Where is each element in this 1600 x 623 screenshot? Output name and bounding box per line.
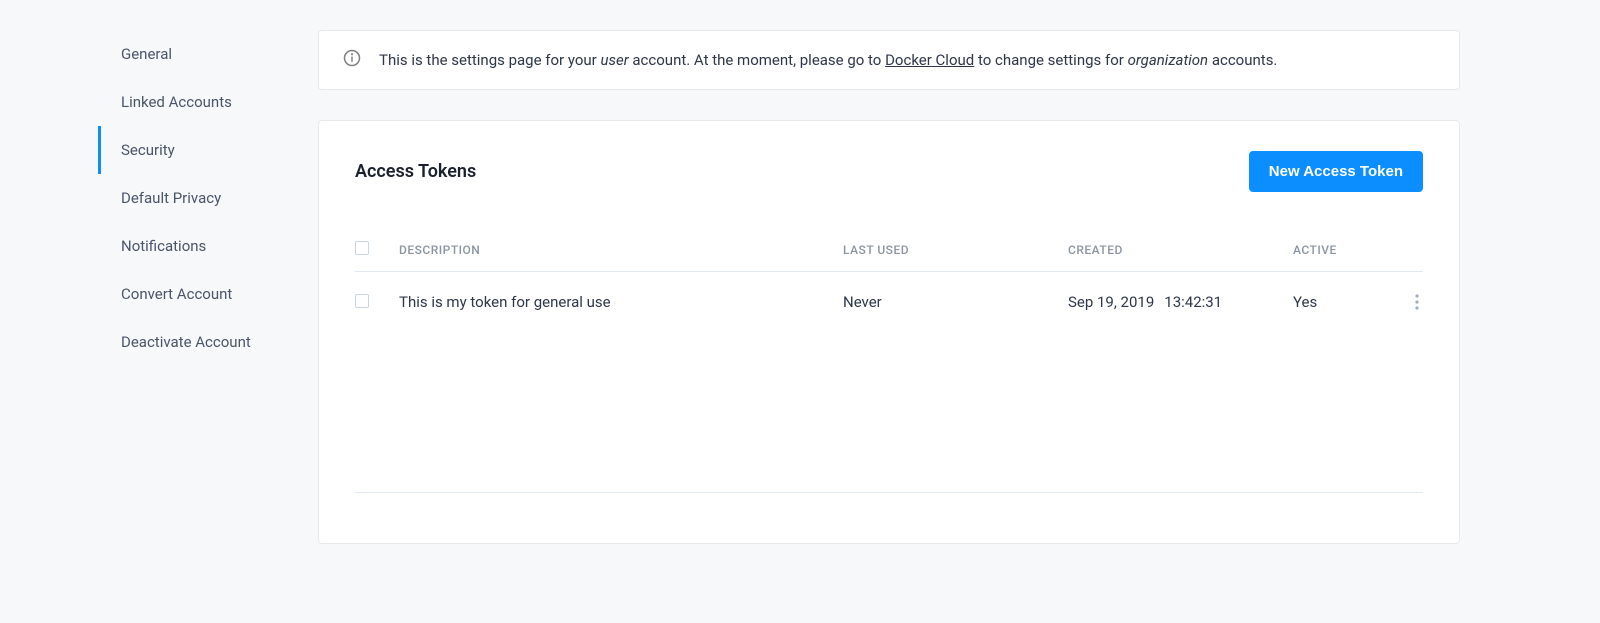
column-header-description: DESCRIPTION	[399, 243, 843, 257]
sidebar-item-general[interactable]: General	[98, 30, 318, 78]
token-last-used: Never	[843, 293, 1068, 311]
token-created: Sep 19, 201913:42:31	[1068, 293, 1293, 311]
sidebar-item-notifications[interactable]: Notifications	[98, 222, 318, 270]
notice-text: This is the settings page for your user …	[379, 51, 1277, 69]
info-icon	[343, 49, 361, 71]
new-access-token-button[interactable]: New Access Token	[1249, 151, 1423, 192]
table-row: This is my token for general use Never S…	[355, 272, 1423, 332]
panel-title: Access Tokens	[355, 161, 476, 182]
account-notice: This is the settings page for your user …	[318, 30, 1460, 90]
sidebar-item-security[interactable]: Security	[98, 126, 318, 174]
access-tokens-panel: Access Tokens New Access Token DESCRIPTI…	[318, 120, 1460, 544]
sidebar-item-linked-accounts[interactable]: Linked Accounts	[98, 78, 318, 126]
tokens-table: DESCRIPTION LAST USED CREATED ACTIVE Thi…	[355, 228, 1423, 493]
docker-cloud-link[interactable]: Docker Cloud	[885, 51, 974, 69]
sidebar-item-default-privacy[interactable]: Default Privacy	[98, 174, 318, 222]
table-divider	[355, 492, 1423, 493]
sidebar-item-convert-account[interactable]: Convert Account	[98, 270, 318, 318]
table-header: DESCRIPTION LAST USED CREATED ACTIVE	[355, 228, 1423, 272]
sidebar-item-deactivate-account[interactable]: Deactivate Account	[98, 318, 318, 366]
row-actions-menu[interactable]	[1411, 290, 1423, 314]
select-all-checkbox[interactable]	[355, 241, 369, 255]
token-description: This is my token for general use	[399, 293, 843, 311]
column-header-active: ACTIVE	[1293, 243, 1393, 257]
main-content: This is the settings page for your user …	[318, 30, 1600, 544]
column-header-last-used: LAST USED	[843, 243, 1068, 257]
column-header-created: CREATED	[1068, 243, 1293, 257]
settings-sidebar: General Linked Accounts Security Default…	[98, 30, 318, 544]
row-checkbox[interactable]	[355, 294, 369, 308]
token-active: Yes	[1293, 293, 1393, 311]
